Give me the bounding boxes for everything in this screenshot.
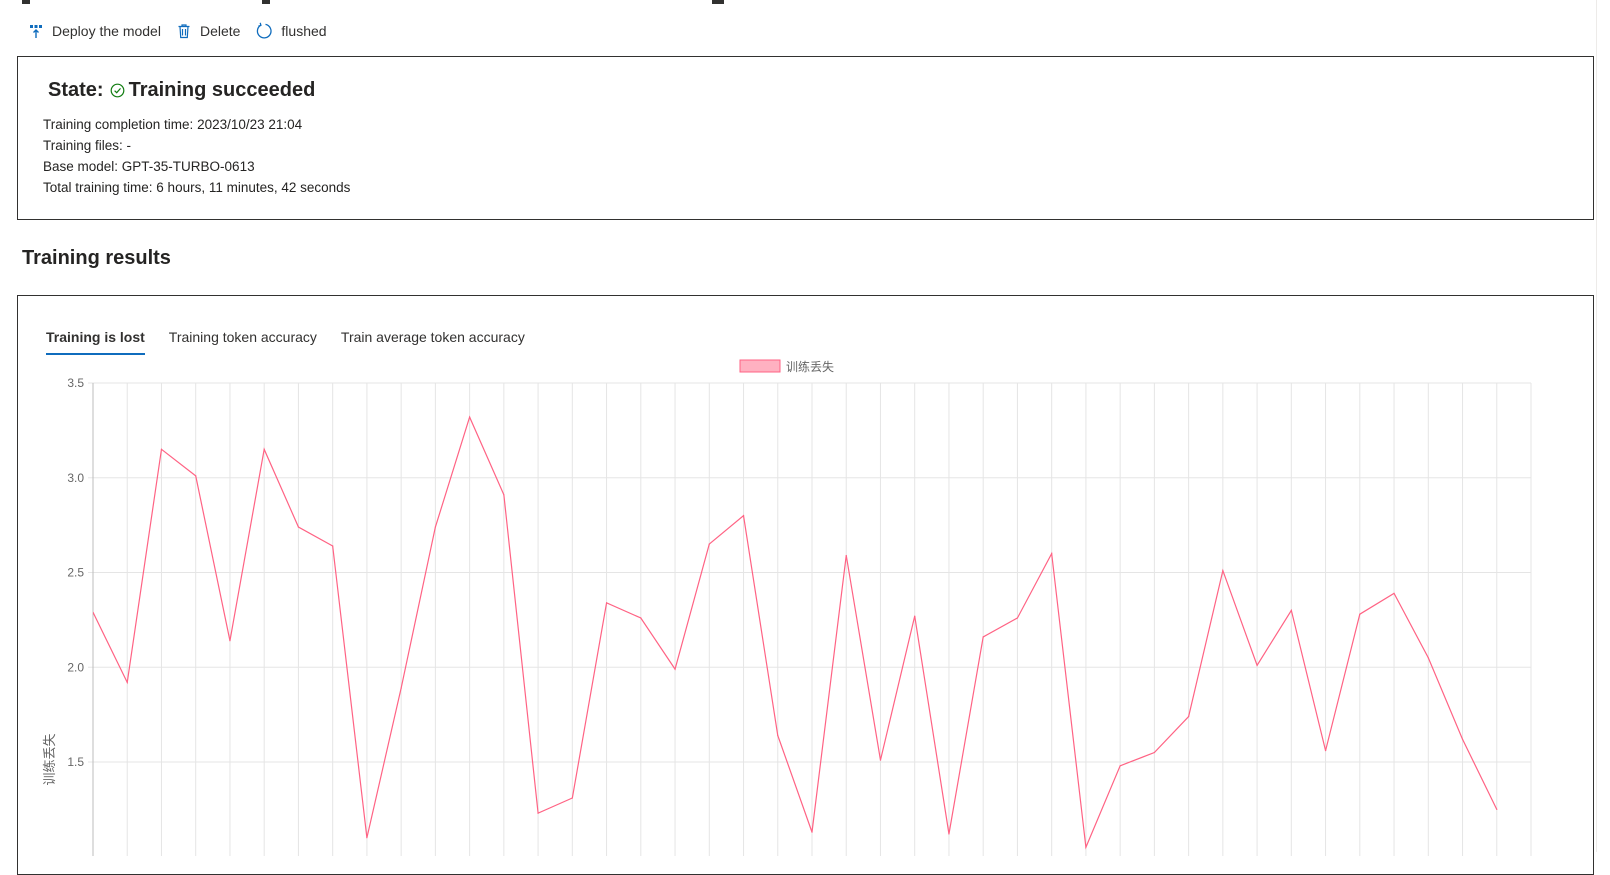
data-point <box>879 759 882 761</box>
data-point <box>434 526 436 528</box>
data-point <box>263 448 265 450</box>
deploy-model-label: Deploy the model <box>52 23 161 39</box>
data-point <box>982 636 984 638</box>
data-point <box>1256 664 1258 666</box>
status-value: Training succeeded <box>128 79 316 101</box>
data-point <box>332 545 334 547</box>
status-details: Training completion time: 2023/10/23 21:… <box>43 114 350 198</box>
training-results-card: Training is lost Training token accuracy… <box>17 295 1594 875</box>
status-label: State: <box>48 79 104 101</box>
y-tick-label: 3.5 <box>67 376 84 390</box>
data-point <box>811 831 813 833</box>
trash-icon <box>178 24 190 39</box>
data-point <box>126 681 128 684</box>
data-point <box>1290 609 1292 611</box>
y-tick-label: 3.0 <box>67 471 84 485</box>
training-status-card: State: Training succeeded Training compl… <box>17 56 1594 220</box>
data-point <box>948 833 950 835</box>
data-point <box>1222 570 1224 572</box>
deploy-model-button[interactable]: Deploy the model <box>28 23 161 39</box>
training-loss-chart: 1.52.02.53.03.5训练丢失训练丢失 <box>43 359 1532 856</box>
data-point <box>1324 750 1327 752</box>
data-point <box>195 475 197 477</box>
y-tick-label: 2.0 <box>67 660 84 674</box>
data-point <box>1188 715 1190 718</box>
data-point <box>708 543 710 545</box>
data-point <box>160 448 163 450</box>
data-point <box>1016 617 1019 619</box>
deploy-icon <box>30 25 42 38</box>
delete-label: Delete <box>199 23 241 39</box>
training-results-title: Training results <box>22 247 171 269</box>
refresh-button[interactable]: flushed <box>255 22 327 40</box>
refresh-icon <box>257 22 273 39</box>
y-tick-label: 1.5 <box>67 755 84 769</box>
data-point <box>1496 808 1498 810</box>
data-point <box>640 617 642 619</box>
data-point <box>469 416 471 418</box>
data-point <box>571 797 573 799</box>
data-point <box>1119 765 1121 767</box>
base-model: Base model: GPT-35-TURBO-0613 <box>43 159 255 174</box>
data-point <box>400 687 402 689</box>
y-axis-title: 训练丢失 <box>43 733 58 785</box>
data-point <box>366 837 368 839</box>
delete-button[interactable]: Delete <box>176 23 240 39</box>
page-title-overflow <box>0 0 1610 6</box>
legend-label: 训练丢失 <box>786 359 834 374</box>
data-point <box>297 526 300 528</box>
data-point <box>742 515 745 517</box>
data-point <box>229 640 231 642</box>
data-point <box>1359 613 1361 615</box>
success-check-icon <box>110 83 125 98</box>
panel-edge <box>1596 0 1597 852</box>
data-point <box>914 615 916 617</box>
data-point <box>1427 657 1429 659</box>
data-point <box>674 668 676 670</box>
training-files: Training files: - <box>43 138 132 153</box>
toolbar: Deploy the model Delete flushed <box>28 20 342 42</box>
data-point <box>777 734 779 737</box>
legend-swatch <box>739 359 781 373</box>
data-point <box>1153 751 1155 754</box>
data-point <box>605 602 608 604</box>
total-training-time: Total training time: 6 hours, 11 minutes… <box>43 180 351 195</box>
data-point <box>845 554 847 557</box>
status-heading: State: Training succeeded <box>48 79 315 102</box>
series-line <box>93 415 1498 850</box>
data-point <box>1393 592 1395 594</box>
data-point <box>537 812 539 814</box>
data-point <box>1461 738 1464 740</box>
data-point <box>1051 552 1053 555</box>
y-tick-label: 2.5 <box>67 566 84 580</box>
data-point <box>1085 846 1087 848</box>
refresh-label: flushed <box>281 23 327 39</box>
completion-time: Training completion time: 2023/10/23 21:… <box>43 117 303 132</box>
data-point <box>503 494 505 496</box>
